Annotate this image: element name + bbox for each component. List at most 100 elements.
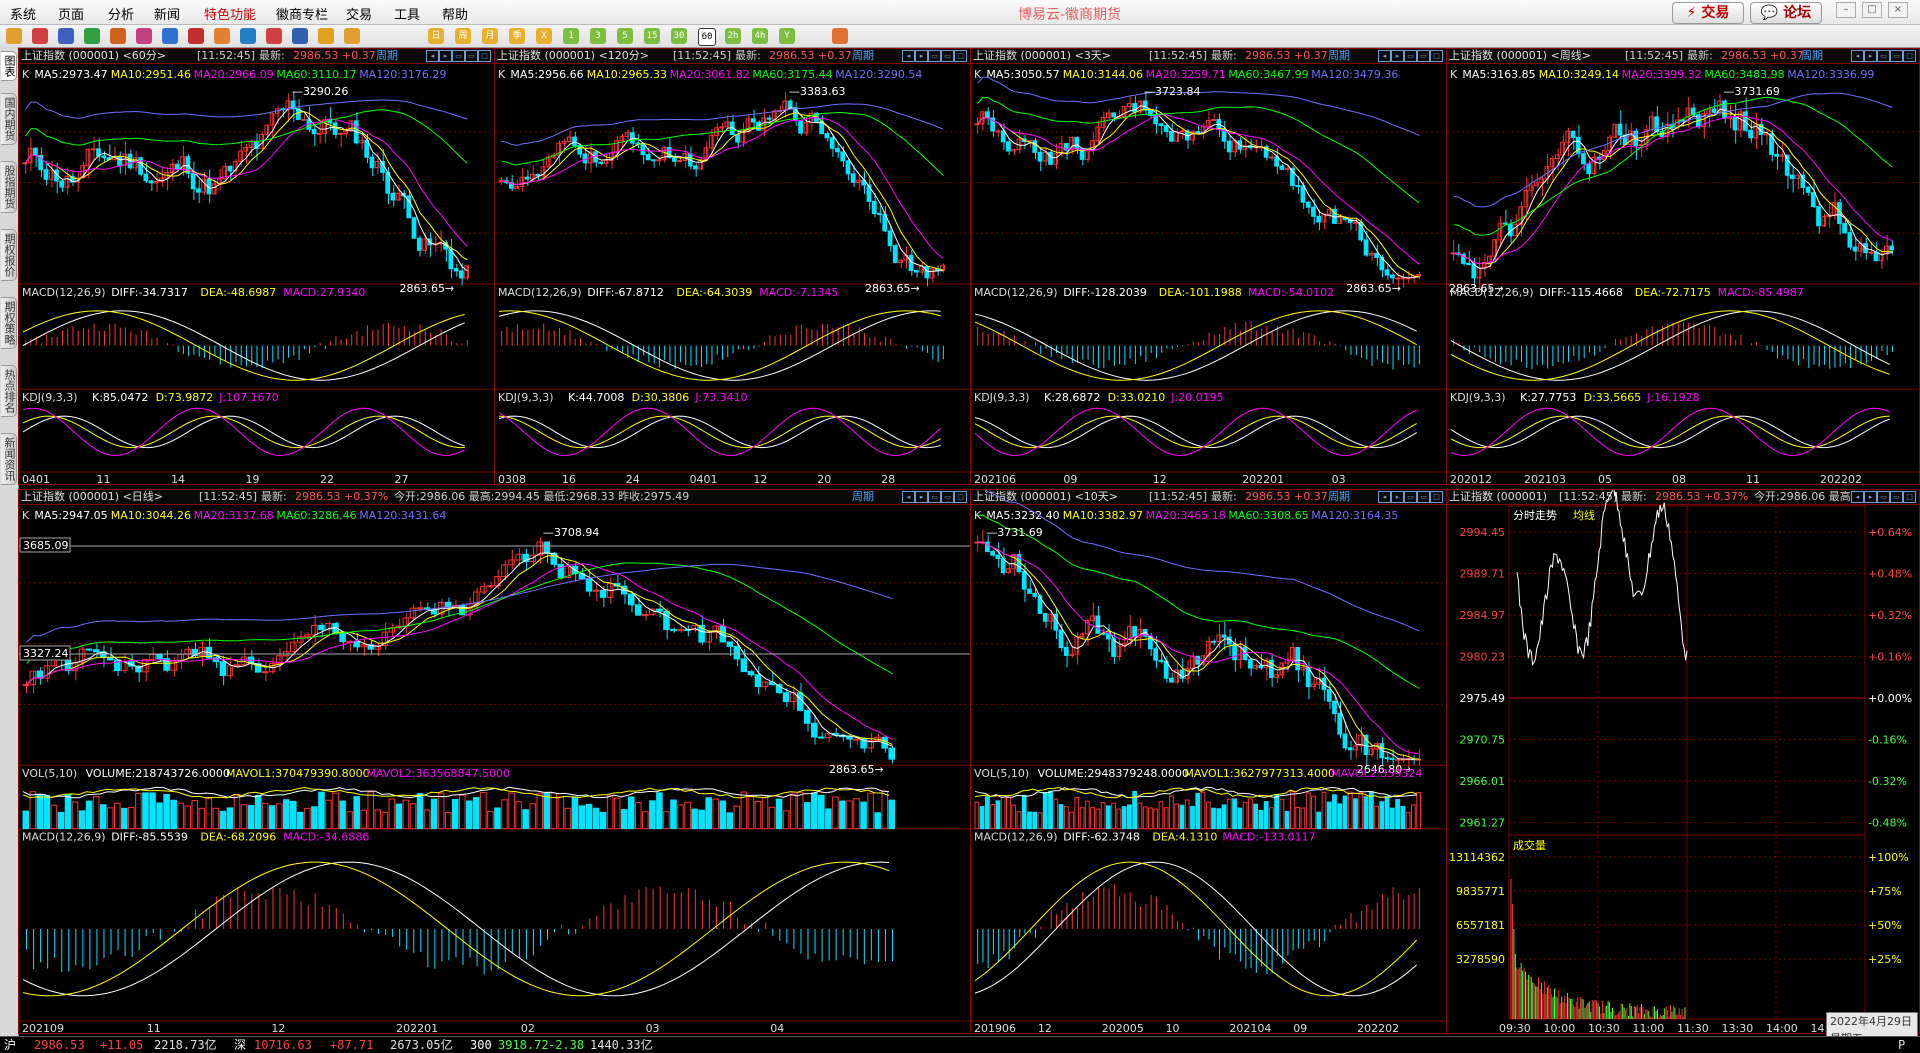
sidebar-tab-0[interactable]: 图表 <box>1 51 17 81</box>
sidebar-tab-2[interactable]: 股指期货 <box>1 161 17 213</box>
period-button-8[interactable]: 15 <box>644 28 660 44</box>
volume-bar <box>282 799 290 830</box>
volume-bar <box>487 810 494 830</box>
menu-item-5[interactable]: 徽商专栏 <box>276 4 328 23</box>
period-button-11[interactable]: 2h <box>725 28 741 44</box>
open-icon[interactable] <box>84 28 100 44</box>
date-text: 2022年4月29日 <box>1830 1015 1912 1028</box>
volume-bar <box>825 808 832 830</box>
forum-button[interactable]: 💬 论坛 <box>1750 2 1822 24</box>
macd-legend-3: MACD:-54.0102 <box>1248 286 1334 299</box>
menu-item-3[interactable]: 新闻 <box>154 4 180 23</box>
ma-legend-5: MA120:3479.36 <box>1311 68 1398 81</box>
menu-item-1[interactable]: 页面 <box>58 4 84 23</box>
status-item-2: +11.05 <box>100 1038 144 1052</box>
candle <box>301 118 306 121</box>
candle <box>1111 112 1116 118</box>
list-icon[interactable] <box>318 28 334 44</box>
ma-line-2 <box>25 118 468 247</box>
menu-item-7[interactable]: 工具 <box>394 4 420 23</box>
period-button-13[interactable]: Y <box>779 28 795 44</box>
period-button-12[interactable]: 4h <box>752 28 768 44</box>
candle <box>1779 154 1785 157</box>
candle <box>1116 645 1122 657</box>
chart-panel-p6[interactable]: 上证指数 (000001) <10天> [11:52:45] 最新: 2986.53 +… <box>970 489 1447 1034</box>
candle <box>1253 664 1258 669</box>
sidebar-tab-4[interactable]: 期权策略 <box>1 297 17 349</box>
chart-icon[interactable] <box>344 28 360 44</box>
chart-panel-p3[interactable]: 上证指数 (000001) <3天> [11:52:45] 最新: 2986.53 +0… <box>970 48 1447 485</box>
menu-item-0[interactable]: 系统 <box>10 4 36 23</box>
candle <box>1363 734 1369 756</box>
candle <box>782 100 788 112</box>
candle <box>1581 153 1586 165</box>
period-button-0[interactable]: 日 <box>428 28 444 44</box>
minimize-button[interactable]: – <box>1836 2 1856 18</box>
volume-bar <box>163 794 170 830</box>
home-icon[interactable] <box>32 28 48 44</box>
sidebar-tab-1[interactable]: 国内期货 <box>1 93 17 145</box>
volume-bar <box>627 796 635 830</box>
sidebar-tab-3[interactable]: 期权报价 <box>1 229 17 281</box>
period-button-6[interactable]: 3 <box>590 28 606 44</box>
window-icon[interactable] <box>188 28 204 44</box>
refresh-icon[interactable] <box>110 28 126 44</box>
period-button-5[interactable]: 1 <box>563 28 579 44</box>
volume-bar <box>1279 799 1285 830</box>
period-button-3[interactable]: 季 <box>509 28 525 44</box>
x-axis-label: 09 <box>1063 473 1077 485</box>
candle <box>898 259 903 263</box>
low-price-label: 2863.65→ <box>865 282 920 295</box>
candle <box>148 180 154 184</box>
zoom-out-icon[interactable] <box>162 28 178 44</box>
period-button-4[interactable]: X <box>536 28 552 44</box>
volume-bar <box>480 792 487 830</box>
candle <box>1295 185 1301 188</box>
chart-panel-p5[interactable]: 上证指数 (000001) <日线> [11:52:45] 最新: 2986.53 +0… <box>18 489 971 1034</box>
status-item-10: -2.38 <box>548 1038 585 1052</box>
chart-panel-p1[interactable]: 上证指数 (000001) <60分> [11:52:45] 最新: 2986.53 +… <box>18 48 495 485</box>
menu-item-4[interactable]: 特色功能 <box>204 4 256 23</box>
indicator-icon[interactable] <box>292 28 308 44</box>
folder-icon[interactable] <box>58 28 74 44</box>
volume-bar <box>332 792 339 830</box>
candle <box>458 270 464 279</box>
volume-bar <box>1268 807 1274 830</box>
candle <box>515 553 522 561</box>
period-button-9[interactable]: 30 <box>671 28 687 44</box>
menu-item-2[interactable]: 分析 <box>108 4 134 23</box>
volume-bar <box>311 806 318 830</box>
pen-icon[interactable] <box>214 28 230 44</box>
candle <box>177 653 184 661</box>
chart-panel-p7[interactable]: 上证指数 (000001) [11:52:45] 最新: 2986.53 +0.37% 今… <box>1446 489 1920 1034</box>
period-button-2[interactable]: 月 <box>482 28 498 44</box>
trade-button[interactable]: ⚡ 交易 <box>1672 2 1744 24</box>
sidebar-tab-5[interactable]: 热点排名 <box>1 365 17 417</box>
menu-item-6[interactable]: 交易 <box>346 4 372 23</box>
zoom-in-icon[interactable] <box>136 28 152 44</box>
candle <box>1032 140 1038 153</box>
candle <box>782 692 790 703</box>
restore-button[interactable]: □ <box>1862 2 1882 18</box>
period-button-10[interactable]: 60 <box>698 28 716 46</box>
sidebar-tab-6[interactable]: 新闻资讯 <box>1 433 17 485</box>
volume-bar <box>99 804 107 830</box>
filter-icon[interactable] <box>266 28 282 44</box>
back-icon[interactable] <box>6 28 22 44</box>
volume-bar <box>1374 805 1379 830</box>
candle <box>1389 758 1395 761</box>
menu-item-8[interactable]: 帮助 <box>442 4 468 23</box>
volume-bar <box>995 800 1001 830</box>
calculator-icon[interactable] <box>832 28 848 44</box>
close-button[interactable]: × <box>1888 2 1908 18</box>
candle <box>1342 733 1348 749</box>
chart-panel-p4[interactable]: 上证指数 (000001) <周线> [11:52:45] 最新: 2986.53 +0… <box>1446 48 1920 485</box>
candle <box>1121 106 1127 118</box>
chart-panel-p2[interactable]: 上证指数 (000001) <120分> [11:52:45] 最新: 2986.53… <box>494 48 971 485</box>
candle <box>1079 633 1085 638</box>
volume-bar <box>247 804 255 830</box>
price-axis-label: 2989.71 <box>1460 568 1506 581</box>
draw-icon[interactable] <box>240 28 256 44</box>
period-button-1[interactable]: 周 <box>455 28 471 44</box>
period-button-7[interactable]: 5 <box>617 28 633 44</box>
